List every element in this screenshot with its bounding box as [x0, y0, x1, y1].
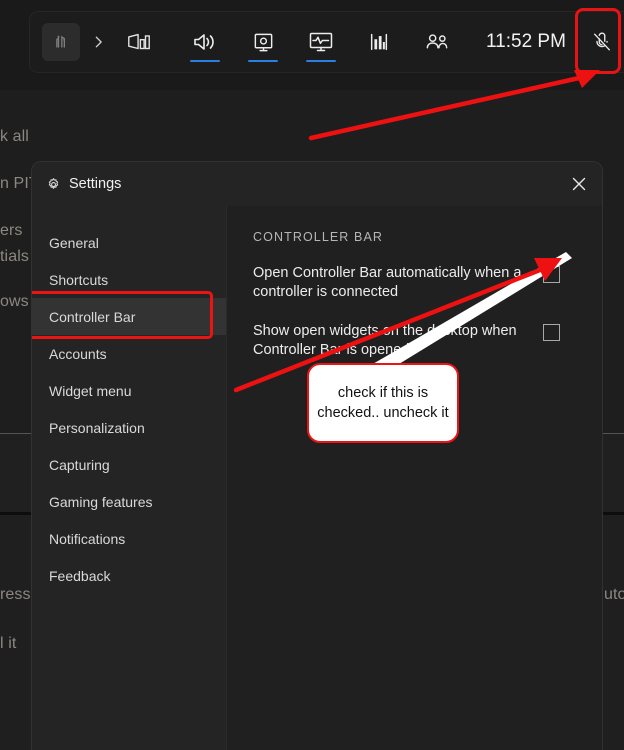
volume-icon — [194, 34, 214, 50]
bg-text-fragment: l it — [0, 635, 17, 652]
active-indicator — [306, 59, 336, 62]
game-app-icon — [56, 35, 65, 48]
close-button[interactable] — [556, 162, 602, 206]
bg-text-fragment: ers — [0, 222, 23, 239]
settings-content-pane: CONTROLLER BAR Open Controller Bar autom… — [226, 206, 602, 750]
game-bar-widget-buttons — [176, 12, 466, 72]
capture-icon — [254, 33, 272, 51]
sidebar-item-accounts[interactable]: Accounts — [32, 335, 226, 372]
performance-widget-button[interactable] — [292, 12, 350, 72]
clock: 11:52 PM — [486, 31, 566, 52]
sidebar-item-capturing[interactable]: Capturing — [32, 446, 226, 483]
sidebar-item-widget-menu[interactable]: Widget menu — [32, 372, 226, 409]
xbox-social-widget-button[interactable] — [408, 12, 466, 72]
sidebar-item-label: Widget menu — [49, 382, 132, 399]
dialog-title: Settings — [69, 176, 122, 192]
settings-dialog: Settings General Shortcuts Controller Ba… — [32, 162, 602, 750]
bg-text-fragment: uto — [604, 586, 624, 603]
gear-icon — [46, 177, 61, 192]
game-bar-toolbar[interactable]: 11:52 PM — [30, 12, 624, 72]
audio-widget-button[interactable] — [176, 12, 234, 72]
sidebar-item-general[interactable]: General — [32, 224, 226, 261]
sidebar-item-label: Capturing — [49, 456, 110, 473]
sidebar-item-gaming-features[interactable]: Gaming features — [32, 483, 226, 520]
bg-text-fragment: ows — [0, 293, 29, 310]
content-scrollbar[interactable] — [597, 206, 602, 750]
widget-group-icon — [128, 33, 150, 50]
widget-group-button[interactable] — [110, 12, 168, 72]
sidebar-item-label: Personalization — [49, 419, 145, 436]
sidebar-item-shortcuts[interactable]: Shortcuts — [32, 261, 226, 298]
close-icon — [572, 177, 586, 191]
people-icon — [426, 34, 447, 49]
bar-chart-icon — [370, 33, 388, 51]
dialog-body: General Shortcuts Controller Bar Account… — [32, 206, 602, 750]
section-heading: CONTROLLER BAR — [253, 230, 384, 244]
active-indicator — [190, 59, 220, 62]
sidebar-item-controller-bar[interactable]: Controller Bar — [32, 291, 226, 339]
setting-label: Show open widgets on the desktop when Co… — [253, 323, 517, 358]
resources-widget-button[interactable] — [350, 12, 408, 72]
active-indicator — [248, 59, 278, 62]
sidebar-item-label: Notifications — [49, 530, 126, 547]
sidebar-item-personalization[interactable]: Personalization — [32, 409, 226, 446]
settings-sidebar: General Shortcuts Controller Bar Account… — [32, 206, 226, 750]
game-bar-left-group — [30, 12, 168, 72]
show-widgets-checkbox[interactable] — [543, 324, 560, 341]
gear-highlight-box — [575, 8, 621, 74]
sidebar-item-feedback[interactable]: Feedback — [32, 557, 226, 594]
sidebar-item-label: Controller Bar — [49, 308, 136, 325]
bg-text-fragment: ress — [0, 586, 31, 603]
screenshot-root: k all n PITA ers tials ows ress l it uto — [0, 0, 624, 750]
performance-icon — [309, 32, 333, 52]
setting-row-auto-open: Open Controller Bar automatically when a… — [253, 264, 578, 302]
sidebar-item-label: Feedback — [49, 567, 111, 584]
annotation-callout-text: check if this is checked.. uncheck it — [317, 385, 449, 421]
bg-text-fragment: tials — [0, 248, 29, 265]
sidebar-item-label: Accounts — [49, 345, 107, 362]
sidebar-item-label: General — [49, 234, 99, 251]
sidebar-item-label: Gaming features — [49, 493, 153, 510]
dialog-title-bar: Settings — [32, 162, 602, 206]
setting-label: Open Controller Bar automatically when a… — [253, 265, 522, 300]
chevron-right-icon[interactable] — [86, 35, 110, 49]
setting-row-show-widgets: Show open widgets on the desktop when Co… — [253, 322, 578, 360]
bg-text-fragment: k all — [0, 128, 29, 145]
auto-open-checkbox[interactable] — [543, 266, 560, 283]
capture-widget-button[interactable] — [234, 12, 292, 72]
sidebar-item-label: Shortcuts — [49, 271, 109, 288]
sidebar-item-notifications[interactable]: Notifications — [32, 520, 226, 557]
annotation-callout: check if this is checked.. uncheck it — [307, 363, 459, 443]
active-game-tile[interactable] — [42, 23, 80, 61]
